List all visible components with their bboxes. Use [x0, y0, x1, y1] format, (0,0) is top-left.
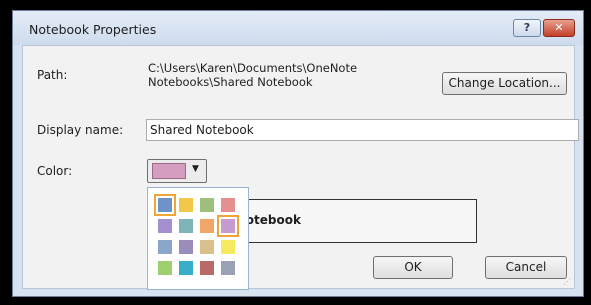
close-icon: ✕	[554, 21, 564, 34]
color-swatch-3-2[interactable]	[200, 261, 214, 275]
color-swatch-0-2[interactable]	[200, 198, 214, 212]
color-swatch-0-0[interactable]	[154, 194, 176, 216]
color-label: Color:	[37, 164, 73, 178]
title-bar[interactable]: Notebook Properties ? ✕	[13, 11, 583, 45]
ok-button[interactable]: OK	[373, 256, 453, 279]
color-swatch-1-3[interactable]	[217, 215, 239, 237]
color-swatch-2-0[interactable]	[158, 240, 172, 254]
display-name-label: Display name:	[37, 123, 124, 137]
color-dropdown[interactable]: ▼	[147, 159, 207, 183]
color-swatch-3-3[interactable]	[221, 261, 235, 275]
change-location-button[interactable]: Change Location...	[442, 72, 567, 95]
color-swatch-2-1[interactable]	[179, 240, 193, 254]
color-swatch-1-2[interactable]	[200, 219, 214, 233]
close-button[interactable]: ✕	[543, 19, 575, 37]
color-swatch-3-1[interactable]	[179, 261, 193, 275]
color-swatch-1-0[interactable]	[158, 219, 172, 233]
color-swatch-1-1[interactable]	[179, 219, 193, 233]
dialog-title: Notebook Properties	[29, 22, 157, 37]
color-swatch-3-0[interactable]	[158, 261, 172, 275]
color-swatch-2-3[interactable]	[221, 240, 235, 254]
color-swatch-0-1[interactable]	[179, 198, 193, 212]
dialog-body: Path: C:\Users\Karen\Documents\OneNote N…	[22, 45, 579, 290]
color-swatch-2-2[interactable]	[200, 240, 214, 254]
selected-color-swatch	[152, 163, 186, 179]
help-icon: ?	[523, 21, 531, 34]
color-palette	[147, 187, 249, 290]
path-label: Path:	[37, 68, 68, 82]
path-value: C:\Users\Karen\Documents\OneNote Noteboo…	[148, 61, 357, 89]
help-button[interactable]: ?	[513, 19, 541, 37]
notebook-properties-dialog: Notebook Properties ? ✕ Path: C:\Users\K…	[12, 10, 584, 297]
display-name-input[interactable]: Shared Notebook	[146, 119, 579, 141]
resize-grip-icon[interactable]: ⋰	[563, 277, 571, 286]
path-value-line2: Notebooks\Shared Notebook	[148, 75, 313, 89]
color-swatch-0-3[interactable]	[221, 198, 235, 212]
cancel-button[interactable]: Cancel	[485, 256, 567, 279]
chevron-down-icon: ▼	[192, 164, 199, 174]
path-value-line1: C:\Users\Karen\Documents\OneNote	[148, 61, 358, 75]
